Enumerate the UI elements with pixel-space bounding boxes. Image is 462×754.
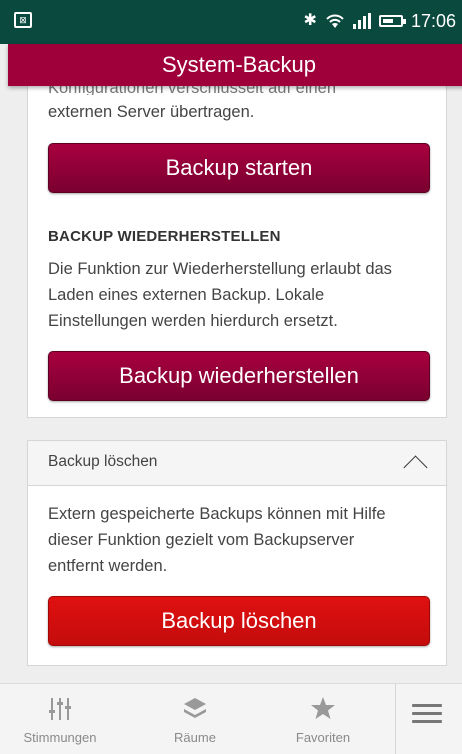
bottom-navigation: Stimmungen Räume Favoriten — [0, 683, 462, 754]
signal-icon — [352, 13, 371, 29]
hamburger-menu-icon[interactable] — [412, 704, 442, 724]
delete-card-header[interactable]: Backup löschen — [28, 441, 446, 486]
app-header: System-Backup — [8, 44, 462, 86]
chevron-up-icon[interactable] — [403, 455, 428, 480]
bluetooth-icon: ✱ — [303, 12, 317, 29]
nav-item-raeume[interactable]: Räume — [140, 684, 250, 754]
sliders-icon — [49, 698, 71, 720]
delete-backup-card: Backup löschen Extern gespeicherte Backu… — [27, 440, 447, 666]
nav-divider — [395, 684, 396, 754]
backup-start-button[interactable]: Backup starten — [48, 143, 430, 193]
star-icon — [311, 697, 335, 719]
nav-label-stimmungen: Stimmungen — [23, 730, 97, 745]
battery-icon — [378, 15, 406, 27]
status-bar: ⊠ ✱ 17:06 — [0, 0, 462, 44]
nav-label-favoriten: Favoriten — [295, 730, 351, 745]
status-time: 17:06 — [410, 11, 456, 31]
restore-heading: BACKUP WIEDERHERSTELLEN — [48, 228, 281, 245]
gallery-notification-icon: ⊠ — [14, 12, 32, 28]
restore-description: Die Funktion zur Wiederherstellung erlau… — [48, 260, 392, 330]
wifi-icon — [326, 14, 344, 28]
page-title: System-Backup — [161, 52, 317, 77]
delete-card-title: Backup löschen — [48, 453, 158, 470]
nav-item-stimmungen[interactable]: Stimmungen — [5, 684, 115, 754]
layers-icon — [184, 698, 206, 718]
nav-label-raeume: Räume — [174, 730, 216, 745]
nav-item-favoriten[interactable]: Favoriten — [268, 684, 378, 754]
intro-text: externen Server übertragen. — [48, 103, 255, 121]
status-icons: ✱ 17:06 — [304, 10, 456, 32]
delete-description: Extern gespeicherte Backups können mit H… — [48, 505, 386, 575]
backup-card: Konfigurationen verschlüsselt auf einen … — [27, 74, 447, 418]
backup-delete-button[interactable]: Backup löschen — [48, 596, 430, 646]
backup-restore-button[interactable]: Backup wiederherstellen — [48, 351, 430, 401]
